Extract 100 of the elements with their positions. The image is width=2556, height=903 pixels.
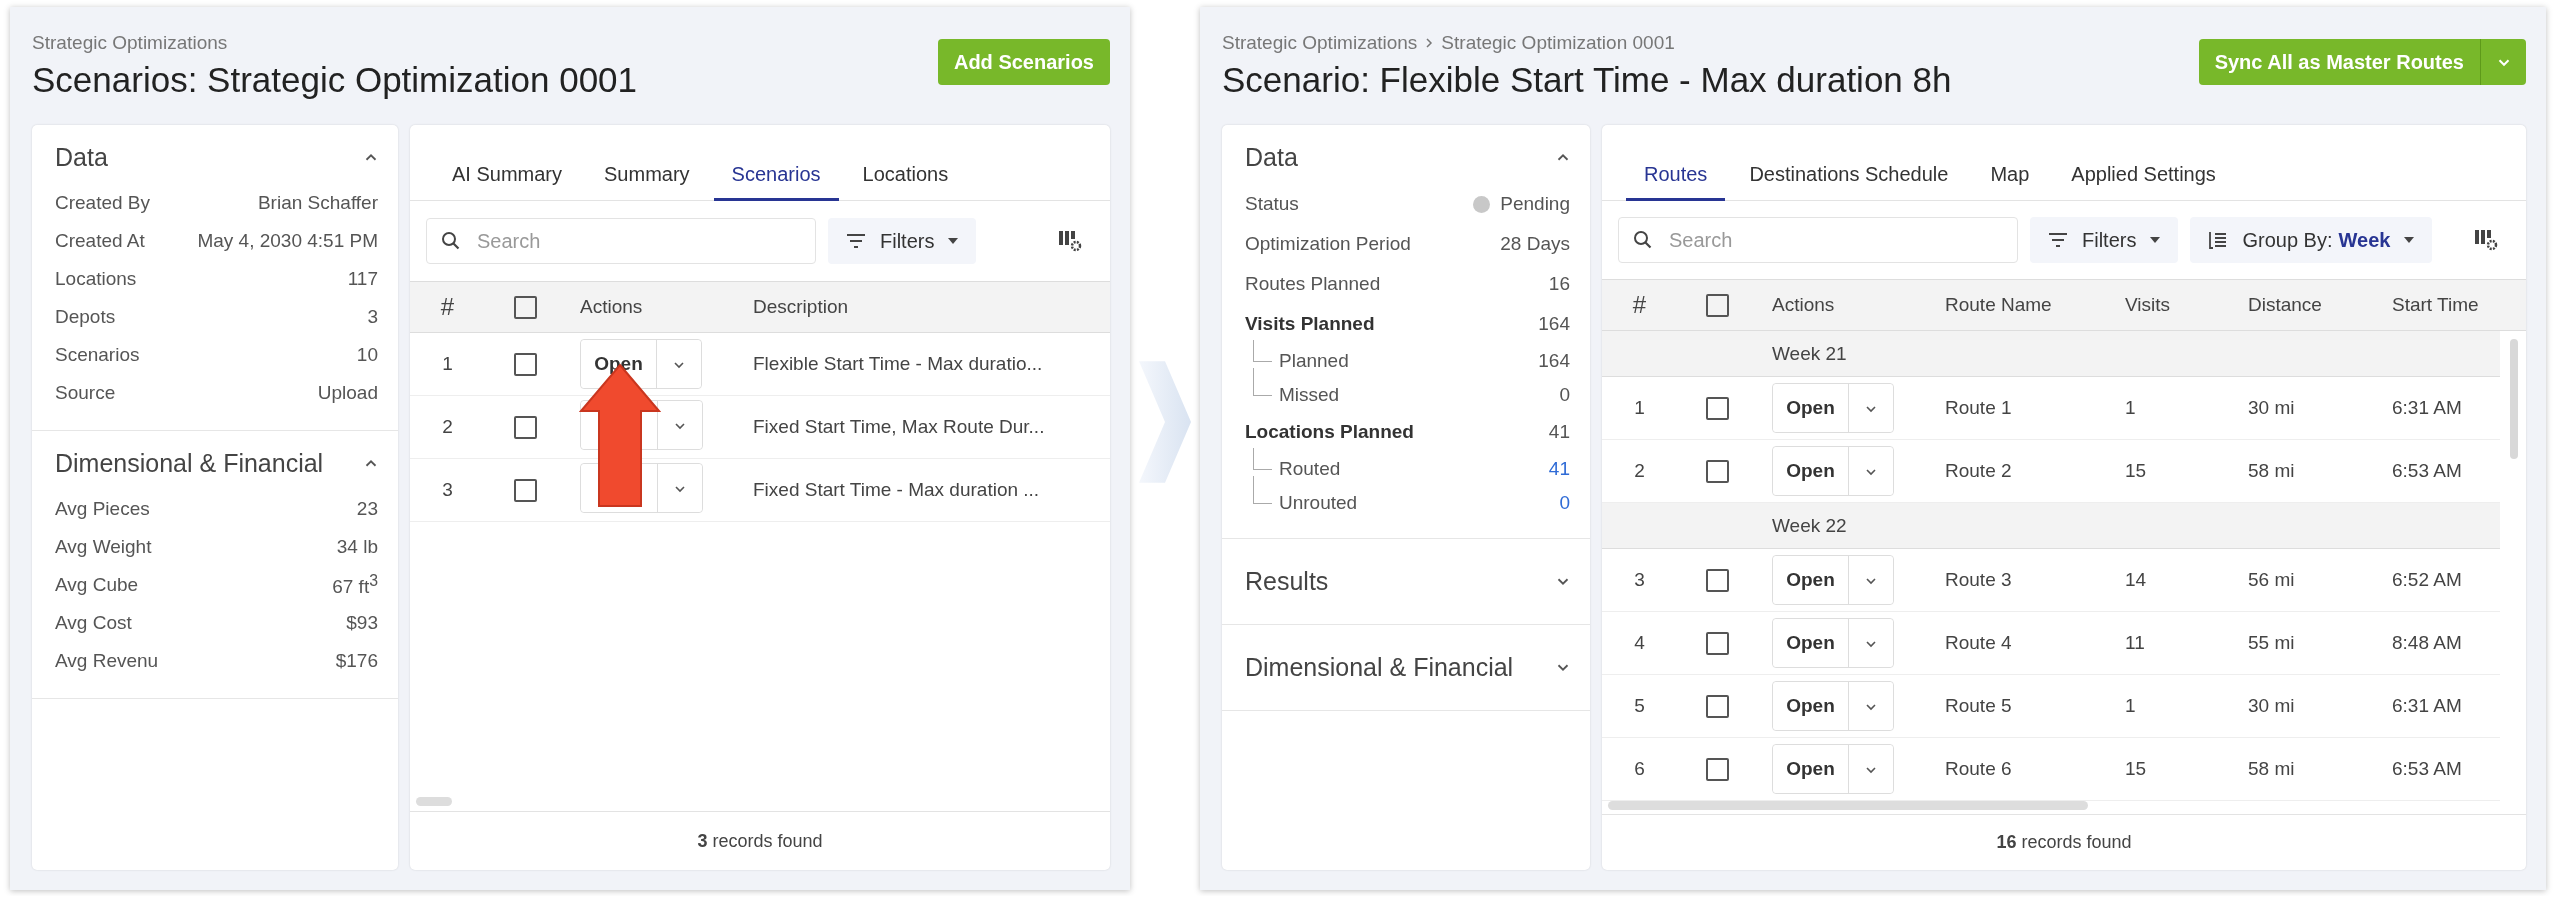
tab[interactable]: Summary [586, 153, 708, 201]
scrollbar-thumb[interactable] [2510, 339, 2518, 459]
checkbox[interactable] [513, 415, 537, 439]
table-cell-text: Fixed Start Time, Max Route Dur... [753, 416, 1046, 438]
chevron-down-icon [673, 360, 685, 369]
checkbox[interactable] [513, 295, 537, 319]
open-button[interactable]: Open [1773, 745, 1849, 793]
section-title: Data [55, 143, 108, 172]
table-cell-text: 58 mi [2248, 758, 2296, 780]
caret-down-icon[interactable] [1556, 663, 1570, 672]
checkbox[interactable] [513, 352, 537, 376]
chevron-down-icon [1865, 467, 1877, 476]
search-field[interactable]: Search [426, 218, 816, 264]
scrollbar-thumb[interactable] [416, 797, 452, 806]
table-cell-text: Fixed Start Time - Max duration ... [753, 479, 1041, 501]
column-header[interactable]: Visits [2125, 294, 2248, 316]
field-label: Scenarios [55, 344, 140, 366]
field-value: 28 Days [1500, 233, 1570, 255]
breadcrumb-link[interactable]: Strategic Optimizations [1222, 32, 1418, 54]
open-button[interactable]: Open [1773, 619, 1849, 667]
row-number: 2 [441, 416, 454, 438]
column-header[interactable]: # [410, 293, 485, 321]
table-cell-text: 1 [2125, 397, 2137, 419]
table-cell-text: 11 [2125, 632, 2146, 654]
table-cell-text: 6:53 AM [2392, 460, 2463, 482]
table-cell-text: 6:52 AM [2392, 569, 2463, 591]
row-number: 6 [1633, 758, 1646, 780]
filters-button[interactable]: Filters [2030, 217, 2179, 263]
column-header[interactable]: Actions [1757, 294, 1945, 316]
table-cell-text: 55 mi [2248, 632, 2296, 654]
checkbox[interactable] [1705, 396, 1729, 420]
section-title: Dimensional & Financial [1245, 653, 1514, 682]
checkbox[interactable] [1705, 568, 1729, 592]
field-label: Avg Revenu [55, 650, 159, 672]
field-label: Optimization Period [1245, 233, 1411, 255]
section-title: Results [1245, 567, 1329, 596]
checkbox[interactable] [1705, 757, 1729, 781]
tab[interactable]: Routes [1626, 153, 1726, 201]
column-header[interactable]: Actions [565, 296, 753, 318]
field-label: Source [55, 382, 116, 404]
tab[interactable]: Scenarios [713, 153, 839, 201]
checkbox[interactable] [1705, 459, 1729, 483]
caret-down-icon [2150, 237, 2161, 243]
search-field[interactable]: Search [1618, 217, 2018, 263]
field-label: Unrouted [1279, 492, 1358, 514]
tree-connector [1253, 476, 1272, 504]
breadcrumb-link[interactable]: Strategic Optimization 0001 [1441, 32, 1675, 54]
checkbox[interactable] [1705, 293, 1729, 317]
column-header[interactable]: Start Time [2392, 294, 2526, 316]
value-link[interactable]: 41 [1548, 458, 1570, 480]
caret-up-icon[interactable] [1556, 153, 1570, 162]
chevron-down-icon [1865, 765, 1877, 774]
table-cell-text: 14 [2125, 569, 2148, 591]
tab[interactable]: AI Summary [434, 153, 581, 201]
column-settings-icon[interactable] [2474, 229, 2498, 251]
column-header[interactable]: Description [753, 296, 1110, 318]
column-header[interactable]: # [1602, 291, 1677, 319]
tree-connector [1253, 368, 1272, 396]
value-link[interactable]: 0 [1559, 492, 1570, 514]
chevron-down-icon [1865, 576, 1877, 585]
caret-up-icon[interactable] [364, 459, 378, 468]
column-header[interactable]: Distance [2248, 294, 2392, 316]
open-button[interactable]: Open [1773, 384, 1849, 432]
caret-up-icon[interactable] [364, 153, 378, 162]
caret-down-icon [948, 238, 959, 244]
open-button[interactable]: Open [1773, 556, 1849, 604]
column-header[interactable]: Route Name [1945, 294, 2125, 316]
field-value: 23 [356, 498, 378, 520]
checkbox[interactable] [1705, 694, 1729, 718]
records-count: 3 records found [697, 830, 823, 852]
field-value: 0 [1559, 384, 1570, 406]
checkbox[interactable] [513, 478, 537, 502]
field-value: $176 [335, 650, 378, 672]
caret-down-icon[interactable] [1556, 577, 1570, 586]
field-label: Avg Pieces [55, 498, 150, 520]
tab[interactable]: Locations [844, 153, 967, 201]
table-cell-text: 8:48 AM [2392, 632, 2463, 654]
field-label: Missed [1279, 384, 1340, 406]
field-label: Locations [55, 268, 137, 290]
open-button[interactable]: Open [1773, 682, 1849, 730]
row-number: 4 [1633, 632, 1646, 654]
tab[interactable]: Applied Settings [2053, 153, 2234, 201]
group-label: Week 22 [1771, 514, 1848, 537]
field-label: Avg Cube [55, 574, 139, 596]
table-cell-text: 15 [2125, 758, 2148, 780]
scrollbar-thumb[interactable] [1608, 801, 2088, 810]
group-by-button[interactable]: Group By: Week [2190, 217, 2433, 263]
checkbox[interactable] [1705, 631, 1729, 655]
chevron-down-icon [674, 484, 686, 493]
chevron-down-icon [1865, 639, 1877, 648]
breadcrumb-link[interactable]: Strategic Optimizations [32, 32, 228, 54]
caret-down-icon [2404, 237, 2415, 243]
filters-button[interactable]: Filters [828, 218, 977, 264]
search-icon [441, 231, 461, 251]
field-value: 16 [1548, 273, 1570, 295]
tab[interactable]: Map [1972, 153, 2048, 201]
field-label: Avg Cost [55, 612, 132, 634]
open-button[interactable]: Open [1773, 447, 1849, 495]
column-settings-icon[interactable] [1058, 230, 1082, 252]
tab[interactable]: Destinations Schedule [1731, 153, 1967, 201]
